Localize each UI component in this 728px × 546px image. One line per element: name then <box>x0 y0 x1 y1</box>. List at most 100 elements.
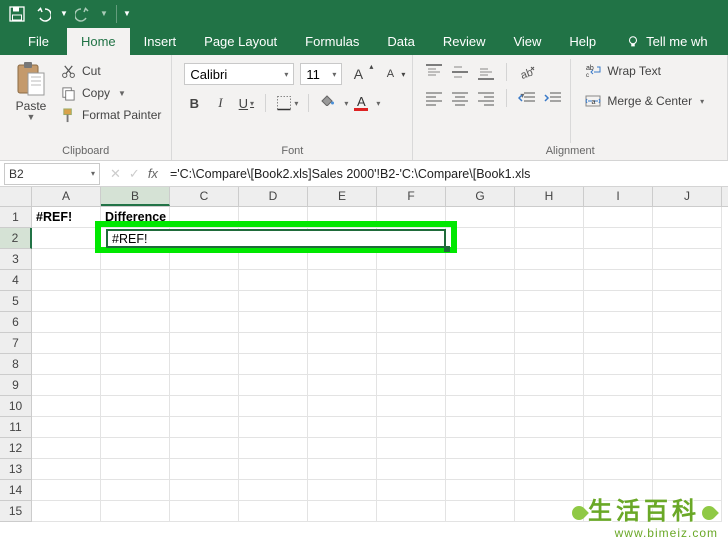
cell[interactable] <box>377 375 446 396</box>
formula-input[interactable]: ='C:\Compare\[Book2.xls]Sales 2000'!B2-'… <box>166 167 728 181</box>
tab-view[interactable]: View <box>499 28 555 55</box>
format-painter-button[interactable]: Format Painter <box>60 107 161 123</box>
cell[interactable] <box>515 291 584 312</box>
cell[interactable] <box>170 417 239 438</box>
align-center-button[interactable] <box>451 90 469 106</box>
align-left-button[interactable] <box>425 90 443 106</box>
fill-handle[interactable] <box>444 246 450 252</box>
cell[interactable] <box>515 207 584 228</box>
row-header[interactable]: 6 <box>0 312 32 333</box>
cell[interactable] <box>446 207 515 228</box>
row-header[interactable]: 14 <box>0 480 32 501</box>
cell[interactable] <box>32 459 101 480</box>
cell[interactable] <box>32 375 101 396</box>
cell[interactable] <box>239 207 308 228</box>
cell[interactable] <box>377 417 446 438</box>
cell[interactable] <box>584 396 653 417</box>
cell[interactable] <box>239 459 308 480</box>
cell[interactable] <box>308 480 377 501</box>
col-header-b[interactable]: B <box>101 187 170 206</box>
col-header-d[interactable]: D <box>239 187 308 206</box>
row-header[interactable]: 2 <box>0 228 32 249</box>
cell[interactable] <box>377 270 446 291</box>
cell[interactable] <box>446 501 515 522</box>
cell[interactable] <box>32 396 101 417</box>
cell[interactable] <box>170 375 239 396</box>
cell[interactable] <box>653 312 722 333</box>
italic-button[interactable]: I <box>210 93 230 113</box>
cell[interactable] <box>653 459 722 480</box>
cell[interactable] <box>170 480 239 501</box>
cell[interactable] <box>308 249 377 270</box>
cell[interactable] <box>377 438 446 459</box>
bold-button[interactable]: B <box>184 93 204 113</box>
cell[interactable] <box>239 501 308 522</box>
cell[interactable] <box>32 417 101 438</box>
decrease-font-size-button[interactable]: A▾ <box>380 64 400 84</box>
cell[interactable] <box>584 291 653 312</box>
cell[interactable] <box>653 228 722 249</box>
cell[interactable] <box>584 270 653 291</box>
cell[interactable] <box>446 417 515 438</box>
cell[interactable] <box>446 480 515 501</box>
row-header[interactable]: 1 <box>0 207 32 228</box>
fill-color-button[interactable] <box>318 95 336 111</box>
decrease-indent-button[interactable] <box>518 90 536 106</box>
cell[interactable] <box>653 354 722 375</box>
underline-button[interactable]: U▾ <box>236 93 256 113</box>
wrap-text-button[interactable]: abc Wrap Text <box>581 61 708 81</box>
group-label-alignment[interactable]: Alignment <box>421 143 719 160</box>
cell[interactable] <box>308 459 377 480</box>
cell[interactable]: #REF! <box>32 207 101 228</box>
row-header[interactable]: 10 <box>0 396 32 417</box>
cell[interactable] <box>377 312 446 333</box>
cell[interactable] <box>32 228 101 249</box>
cell[interactable] <box>32 480 101 501</box>
cell[interactable] <box>239 375 308 396</box>
undo-dropdown-icon[interactable]: ▼ <box>58 3 68 25</box>
cell[interactable] <box>653 375 722 396</box>
cell[interactable] <box>377 207 446 228</box>
cell[interactable] <box>446 312 515 333</box>
cell[interactable] <box>653 417 722 438</box>
cell[interactable] <box>515 312 584 333</box>
paste-button[interactable]: Paste ▼ <box>8 59 54 143</box>
cell[interactable] <box>515 354 584 375</box>
cell[interactable] <box>239 249 308 270</box>
col-header-e[interactable]: E <box>308 187 377 206</box>
row-header[interactable]: 9 <box>0 375 32 396</box>
row-header[interactable]: 13 <box>0 459 32 480</box>
cell[interactable] <box>584 417 653 438</box>
cell[interactable] <box>446 249 515 270</box>
group-label-font[interactable]: Font <box>180 143 404 160</box>
cell[interactable] <box>239 270 308 291</box>
cell[interactable] <box>308 207 377 228</box>
cell[interactable] <box>101 396 170 417</box>
cell[interactable] <box>377 354 446 375</box>
cell[interactable] <box>377 333 446 354</box>
increase-font-size-button[interactable]: A▴ <box>348 64 368 84</box>
cell[interactable] <box>239 312 308 333</box>
row-header[interactable]: 4 <box>0 270 32 291</box>
cell[interactable] <box>653 501 722 522</box>
undo-icon[interactable] <box>32 3 54 25</box>
cell[interactable] <box>170 333 239 354</box>
cell[interactable] <box>584 375 653 396</box>
cell[interactable] <box>308 270 377 291</box>
col-header-g[interactable]: G <box>446 187 515 206</box>
cell[interactable] <box>101 270 170 291</box>
cell[interactable] <box>101 312 170 333</box>
cell[interactable] <box>446 459 515 480</box>
tab-insert[interactable]: Insert <box>130 28 191 55</box>
cell[interactable] <box>377 459 446 480</box>
cell[interactable] <box>308 333 377 354</box>
cell[interactable] <box>308 417 377 438</box>
borders-button[interactable]: ▾ <box>275 93 299 113</box>
cell[interactable] <box>584 459 653 480</box>
col-header-f[interactable]: F <box>377 187 446 206</box>
cell[interactable] <box>101 333 170 354</box>
font-color-button[interactable]: A <box>354 96 368 111</box>
cell[interactable] <box>446 438 515 459</box>
cell[interactable] <box>308 354 377 375</box>
cell[interactable] <box>584 228 653 249</box>
